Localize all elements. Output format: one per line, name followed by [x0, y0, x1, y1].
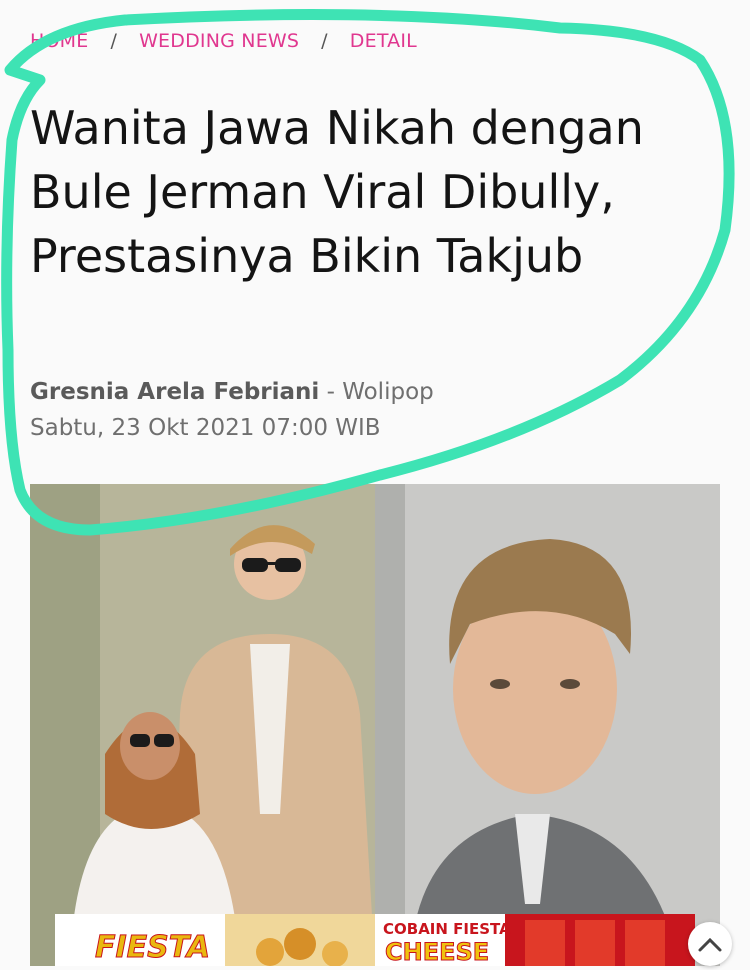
- article-photo[interactable]: [30, 484, 720, 966]
- breadcrumb-separator: /: [321, 30, 328, 52]
- article-date: Sabtu, 23 Okt 2021 07:00 WIB: [30, 415, 381, 441]
- article-title: Wanita Jawa Nikah dengan Bule Jerman Vir…: [30, 101, 644, 283]
- ad-product: CHEESE: [384, 938, 490, 967]
- breadcrumb-home-link[interactable]: HOME: [30, 30, 88, 52]
- ad-brand: FIESTA: [94, 930, 211, 966]
- breadcrumb: HOME / WEDDING NEWS / DETAIL: [30, 30, 417, 52]
- breadcrumb-separator: /: [110, 30, 118, 52]
- article-source: - Wolipop: [326, 379, 434, 405]
- chevron-up-icon: [698, 937, 722, 952]
- ad-banner[interactable]: FIESTA COBAIN FIESTA CHEESE: [55, 914, 695, 966]
- breadcrumb-section-link[interactable]: WEDDING NEWS: [139, 30, 299, 52]
- breadcrumb-current-link[interactable]: DETAIL: [350, 30, 417, 52]
- article-meta: Gresnia Arela Febriani - Wolipop Sabtu, …: [30, 374, 434, 446]
- ad-expand-button[interactable]: [688, 922, 732, 966]
- author-name[interactable]: Gresnia Arela Febriani: [30, 379, 319, 405]
- ad-tagline: COBAIN FIESTA: [383, 920, 511, 938]
